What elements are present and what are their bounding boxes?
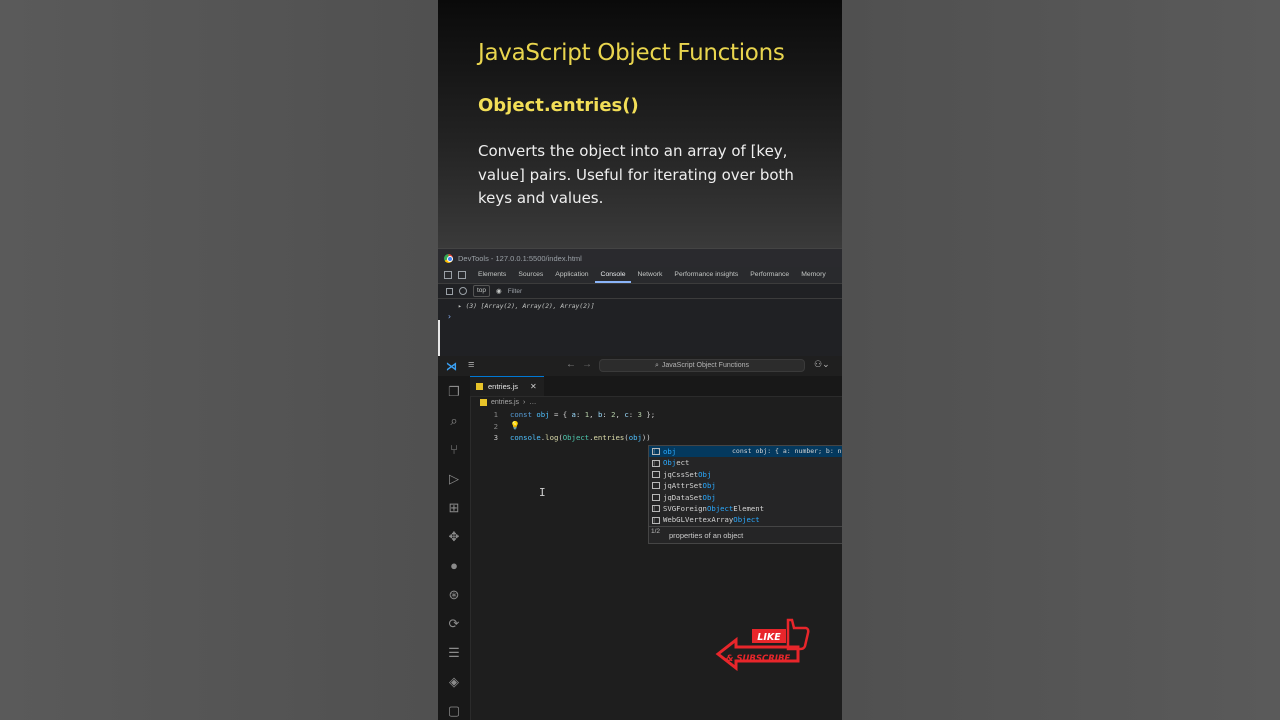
square-icon <box>652 482 660 490</box>
close-icon[interactable]: ✕ <box>530 382 537 391</box>
command-center-search[interactable]: ⌕ JavaScript Object Functions <box>599 359 805 372</box>
mouse-text-cursor-icon: I <box>539 486 546 499</box>
run-debug-icon[interactable]: ▷ <box>446 471 462 487</box>
js-file-icon <box>476 383 483 390</box>
figma-icon[interactable]: ✥ <box>446 529 462 545</box>
command-center-text: JavaScript Object Functions <box>661 362 750 369</box>
layers-icon[interactable]: ◈ <box>446 674 462 690</box>
vscode-titlebar: ⋊ ≡ ← → ⌕ JavaScript Object Functions ⚇⌄ <box>438 356 842 377</box>
breadcrumb-more[interactable]: … <box>529 399 536 406</box>
inspect-icon[interactable] <box>444 271 452 279</box>
lightbulb-icon[interactable]: 💡 <box>510 421 520 430</box>
tab-console[interactable]: Console <box>594 267 632 283</box>
editor-tabs: entries.js ✕ <box>470 376 842 397</box>
card-subtitle: Object.entries() <box>478 95 639 116</box>
tab-memory[interactable]: Memory <box>795 267 832 283</box>
suggestion-item[interactable]: [ ] Obj ect <box>649 457 842 468</box>
subscribe-text: & SUBSCRIBE <box>726 654 790 664</box>
breadcrumb-file[interactable]: entries.js <box>491 399 519 406</box>
back-arrow-icon[interactable]: ← <box>566 359 576 370</box>
like-text: LIKE <box>757 632 781 643</box>
tab-sources[interactable]: Sources <box>512 267 549 283</box>
suggest-details: 1/2 properties of an object <box>648 526 842 544</box>
storage-icon[interactable]: ▢ <box>446 703 462 719</box>
chrome-icon <box>444 253 453 263</box>
suggestion-item[interactable]: jqDataSet Obj <box>649 492 842 503</box>
card-description: Converts the object into an array of [ke… <box>478 142 794 207</box>
line-number: 2 <box>493 421 498 431</box>
tab-elements[interactable]: Elements <box>472 267 512 283</box>
suggestion-item[interactable]: jqAttrSet Obj <box>649 480 842 491</box>
variable-icon: [ ] <box>652 516 661 524</box>
devtools-titlebar: DevTools - 127.0.0.1:5500/index.html <box>438 248 842 267</box>
left-blur-background <box>0 0 438 720</box>
line-number: 1 <box>493 410 498 419</box>
suggestion-detail: const obj: { a: number; b: n <box>732 446 842 455</box>
clear-console-icon[interactable] <box>459 287 467 295</box>
line-number: 3 <box>493 433 498 442</box>
activity-bar: ❐ ⌕ ⑂ ▷ ⊞ ✥ ● ⊛ ⟳ ☰ ◈ ▢ <box>438 376 471 720</box>
variable-icon: [ ] <box>652 448 661 456</box>
variable-icon: [ ] <box>652 459 661 467</box>
search-icon[interactable]: ⌕ <box>446 413 462 429</box>
extensions-icon[interactable]: ⊞ <box>446 500 462 516</box>
devtools-panel: DevTools - 127.0.0.1:5500/index.html Ele… <box>438 248 842 356</box>
database-icon[interactable]: ☰ <box>446 645 462 661</box>
right-blur-background <box>842 0 1280 720</box>
filter-input[interactable]: Filter <box>508 288 522 295</box>
eye-icon[interactable]: ◉ <box>496 287 502 295</box>
console-output-text: (3) [Array(2), Array(2), Array(2)] <box>465 303 595 310</box>
code-line-1: const obj = { a: 1, b: 2, c: 3 }; <box>510 410 656 419</box>
search-icon: ⌕ <box>654 361 659 369</box>
explorer-icon[interactable]: ❐ <box>446 384 462 400</box>
github-icon[interactable]: ● <box>446 558 462 574</box>
like-subscribe-graphic[interactable]: LIKE & SUBSCRIBE <box>714 616 814 676</box>
devtools-tabbar: Elements Sources Application Console Net… <box>438 267 842 284</box>
tab-performance-insights[interactable]: Performance insights <box>668 267 744 283</box>
menu-icon[interactable]: ≡ <box>468 359 474 371</box>
forward-arrow-icon[interactable]: → <box>582 359 592 370</box>
console-output-line[interactable]: ▸ (3) [Array(2), Array(2), Array(2)] <box>438 299 842 310</box>
code-line-3: console.log(Object.entries(obj)) <box>510 433 651 442</box>
breadcrumb: entries.js › … <box>480 399 536 406</box>
remote-icon[interactable]: ⟳ <box>446 616 462 632</box>
chevron-right-icon: › <box>523 399 526 406</box>
tab-network[interactable]: Network <box>631 267 668 283</box>
square-icon <box>652 493 660 501</box>
device-toolbar-icon[interactable] <box>458 271 466 279</box>
video-frame: JavaScript Object Functions Object.entri… <box>438 0 842 720</box>
suggestion-item[interactable]: [ ] obj const obj: { a: number; b: n <box>649 446 842 458</box>
title-card: JavaScript Object Functions Object.entri… <box>438 0 842 248</box>
suggest-widget: [ ] obj const obj: { a: number; b: n [ ]… <box>648 445 842 527</box>
devtools-window-title: DevTools - 127.0.0.1:5500/index.html <box>458 253 582 263</box>
suggestion-item[interactable]: [ ] WebGLVertexArray Object <box>649 514 842 525</box>
context-selector[interactable]: top <box>473 285 491 297</box>
tab-application[interactable]: Application <box>549 267 594 283</box>
tab-performance[interactable]: Performance <box>744 267 795 283</box>
square-icon <box>652 470 660 478</box>
console-prompt[interactable]: › <box>438 310 842 321</box>
scroll-indicator <box>438 320 440 356</box>
git-graph-icon[interactable]: ⊛ <box>446 587 462 603</box>
console-toolbar: top ◉ Filter <box>438 284 842 299</box>
js-file-icon <box>480 399 487 406</box>
tab-entries-js[interactable]: entries.js ✕ <box>470 376 544 396</box>
overload-count[interactable]: 1/2 <box>651 528 660 535</box>
vscode-logo-icon: ⋊ <box>446 361 457 373</box>
sidebar-toggle-icon[interactable] <box>446 287 453 295</box>
card-title: JavaScript Object Functions <box>478 40 785 66</box>
source-control-icon[interactable]: ⑂ <box>446 442 462 458</box>
suggestion-item[interactable]: [ ] SVGForeign Object Element <box>649 503 842 514</box>
variable-icon: [ ] <box>652 505 661 513</box>
suggestion-item[interactable]: jqCssSet Obj <box>649 469 842 480</box>
suggest-doc-text: properties of an object <box>669 531 744 540</box>
tab-label: entries.js <box>488 382 519 391</box>
copilot-icon[interactable]: ⚇⌄ <box>814 359 830 370</box>
